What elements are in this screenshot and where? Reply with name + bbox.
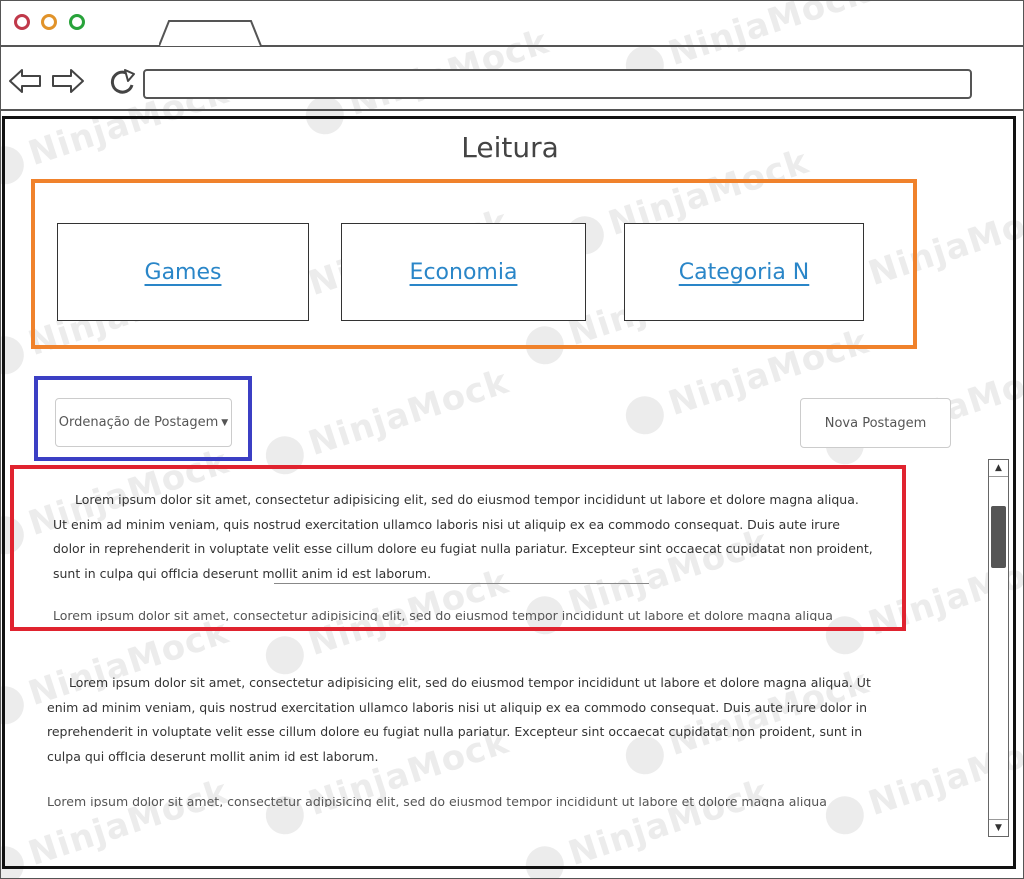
close-window-icon[interactable]: [14, 14, 30, 30]
category-link-economia[interactable]: Economia: [410, 260, 518, 285]
scroll-down-icon[interactable]: ▼: [989, 819, 1008, 836]
new-post-button[interactable]: Nova Postagem: [800, 398, 951, 448]
browser-tab[interactable]: [159, 19, 263, 46]
browser-toolbar: [1, 47, 1023, 111]
category-card-games[interactable]: Games: [57, 223, 309, 321]
sort-dropdown[interactable]: Ordenação de Postagem ▼: [55, 398, 232, 447]
sort-dropdown-label: Ordenação de Postagem: [58, 415, 219, 430]
url-bar[interactable]: [143, 69, 972, 99]
chevron-down-icon: ▼: [221, 417, 229, 428]
reload-icon[interactable]: [107, 65, 139, 97]
title-bar: [1, 1, 1023, 47]
scroll-thumb[interactable]: [991, 506, 1006, 568]
category-group: Games Economia Categoria N: [31, 179, 917, 349]
sort-group: Ordenação de Postagem ▼: [34, 376, 252, 461]
post-item[interactable]: Lorem ipsum dolor sit amet, consectetur …: [53, 488, 873, 586]
category-card-economia[interactable]: Economia: [341, 223, 586, 321]
category-link-categoria-n[interactable]: Categoria N: [679, 260, 810, 285]
divider: [274, 583, 649, 584]
scroll-up-icon[interactable]: ▲: [989, 460, 1008, 477]
post-preview-truncated: Lorem ipsum dolor sit amet, consectetur …: [53, 611, 833, 621]
post-text: Lorem ipsum dolor sit amet, consectetur …: [53, 492, 873, 581]
maximize-window-icon[interactable]: [69, 14, 85, 30]
post-text: Lorem ipsum dolor sit amet, consectetur …: [47, 675, 871, 764]
arrow-right-icon[interactable]: [51, 67, 85, 95]
page-viewport: Leitura Games Economia Categoria N Orden…: [2, 116, 1016, 869]
post-highlight: Lorem ipsum dolor sit amet, consectetur …: [10, 465, 906, 631]
category-card-categoria-n[interactable]: Categoria N: [624, 223, 864, 321]
category-link-games[interactable]: Games: [145, 260, 222, 285]
page-title: Leitura: [461, 131, 559, 164]
arrow-left-icon[interactable]: [8, 67, 42, 95]
post-item[interactable]: Lorem ipsum dolor sit amet, consectetur …: [47, 671, 877, 769]
post-preview-truncated: Lorem ipsum dolor sit amet, consectetur …: [47, 797, 827, 807]
vertical-scrollbar[interactable]: ▲ ▼: [988, 459, 1009, 837]
minimize-window-icon[interactable]: [41, 14, 57, 30]
